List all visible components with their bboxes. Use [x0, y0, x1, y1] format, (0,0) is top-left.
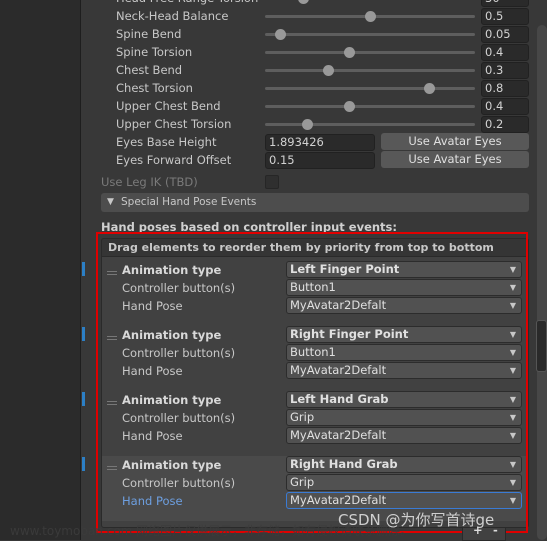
change-marker	[82, 262, 85, 276]
slider-thumb[interactable]	[302, 119, 313, 130]
slider-track[interactable]	[265, 101, 475, 112]
slider-value-field[interactable]: 0.05	[481, 26, 529, 43]
slider-value-field[interactable]: 0.5	[481, 8, 529, 25]
slider-value-field[interactable]: 0.3	[481, 62, 529, 79]
slider-thumb[interactable]	[344, 101, 355, 112]
slider-track[interactable]	[265, 83, 475, 94]
use-avatar-eyes-button-2[interactable]: Use Avatar Eyes	[381, 151, 529, 168]
slider-label: Chest Bend	[116, 63, 183, 77]
use-avatar-eyes-button[interactable]: Use Avatar Eyes	[381, 133, 529, 150]
slider-track[interactable]	[265, 119, 475, 130]
slider-value-field[interactable]: 0.4	[481, 44, 529, 61]
slider-thumb[interactable]	[297, 0, 309, 4]
eyes-base-height-field[interactable]: 1.893426	[265, 134, 375, 151]
triangle-down-icon: ▼	[107, 197, 114, 207]
slider-label: Head Free Range Torsion	[116, 0, 258, 7]
slider-label: Upper Chest Bend	[116, 99, 221, 113]
highlight-box	[96, 232, 528, 533]
slider-thumb[interactable]	[323, 65, 334, 76]
change-marker	[82, 327, 85, 341]
special-hand-pose-foldout[interactable]: ▼ Special Hand Pose Events	[101, 193, 529, 212]
use-leg-ik-checkbox[interactable]	[265, 175, 279, 189]
eyes-base-height-label: Eyes Base Height	[116, 135, 217, 149]
slider-value-field[interactable]: 0.2	[481, 116, 529, 133]
slider-value-field[interactable]: 0.8	[481, 80, 529, 97]
slider-label: Upper Chest Torsion	[116, 117, 232, 131]
slider-track[interactable]	[265, 29, 475, 40]
eyes-forward-offset-field[interactable]: 0.15	[265, 152, 375, 169]
left-pane	[0, 0, 81, 540]
change-marker	[82, 392, 85, 406]
slider-label: Neck-Head Balance	[116, 9, 229, 23]
slider-value-field[interactable]: 30	[481, 0, 529, 7]
use-leg-ik-label: Use Leg IK (TBD)	[101, 175, 198, 189]
slider-thumb[interactable]	[274, 29, 286, 40]
slider-label: Chest Torsion	[116, 81, 193, 95]
eyes-forward-offset-label: Eyes Forward Offset	[116, 153, 232, 167]
slider-thumb[interactable]	[344, 47, 355, 58]
slider-label: Spine Bend	[116, 27, 182, 41]
change-marker	[82, 457, 85, 471]
slider-track[interactable]	[265, 65, 475, 76]
slider-label: Spine Torsion	[116, 45, 193, 59]
scroll-grip[interactable]	[536, 320, 547, 372]
slider-value-field[interactable]: 0.4	[481, 98, 529, 115]
slider-thumb[interactable]	[365, 11, 376, 22]
slider-track[interactable]	[265, 11, 475, 22]
slider-thumb[interactable]	[423, 83, 435, 94]
slider-track[interactable]	[265, 47, 475, 58]
scrollbar[interactable]	[537, 25, 547, 540]
watermark-csdn: CSDN @为你写首诗ge	[338, 511, 495, 529]
foldout-label: Special Hand Pose Events	[121, 196, 257, 208]
